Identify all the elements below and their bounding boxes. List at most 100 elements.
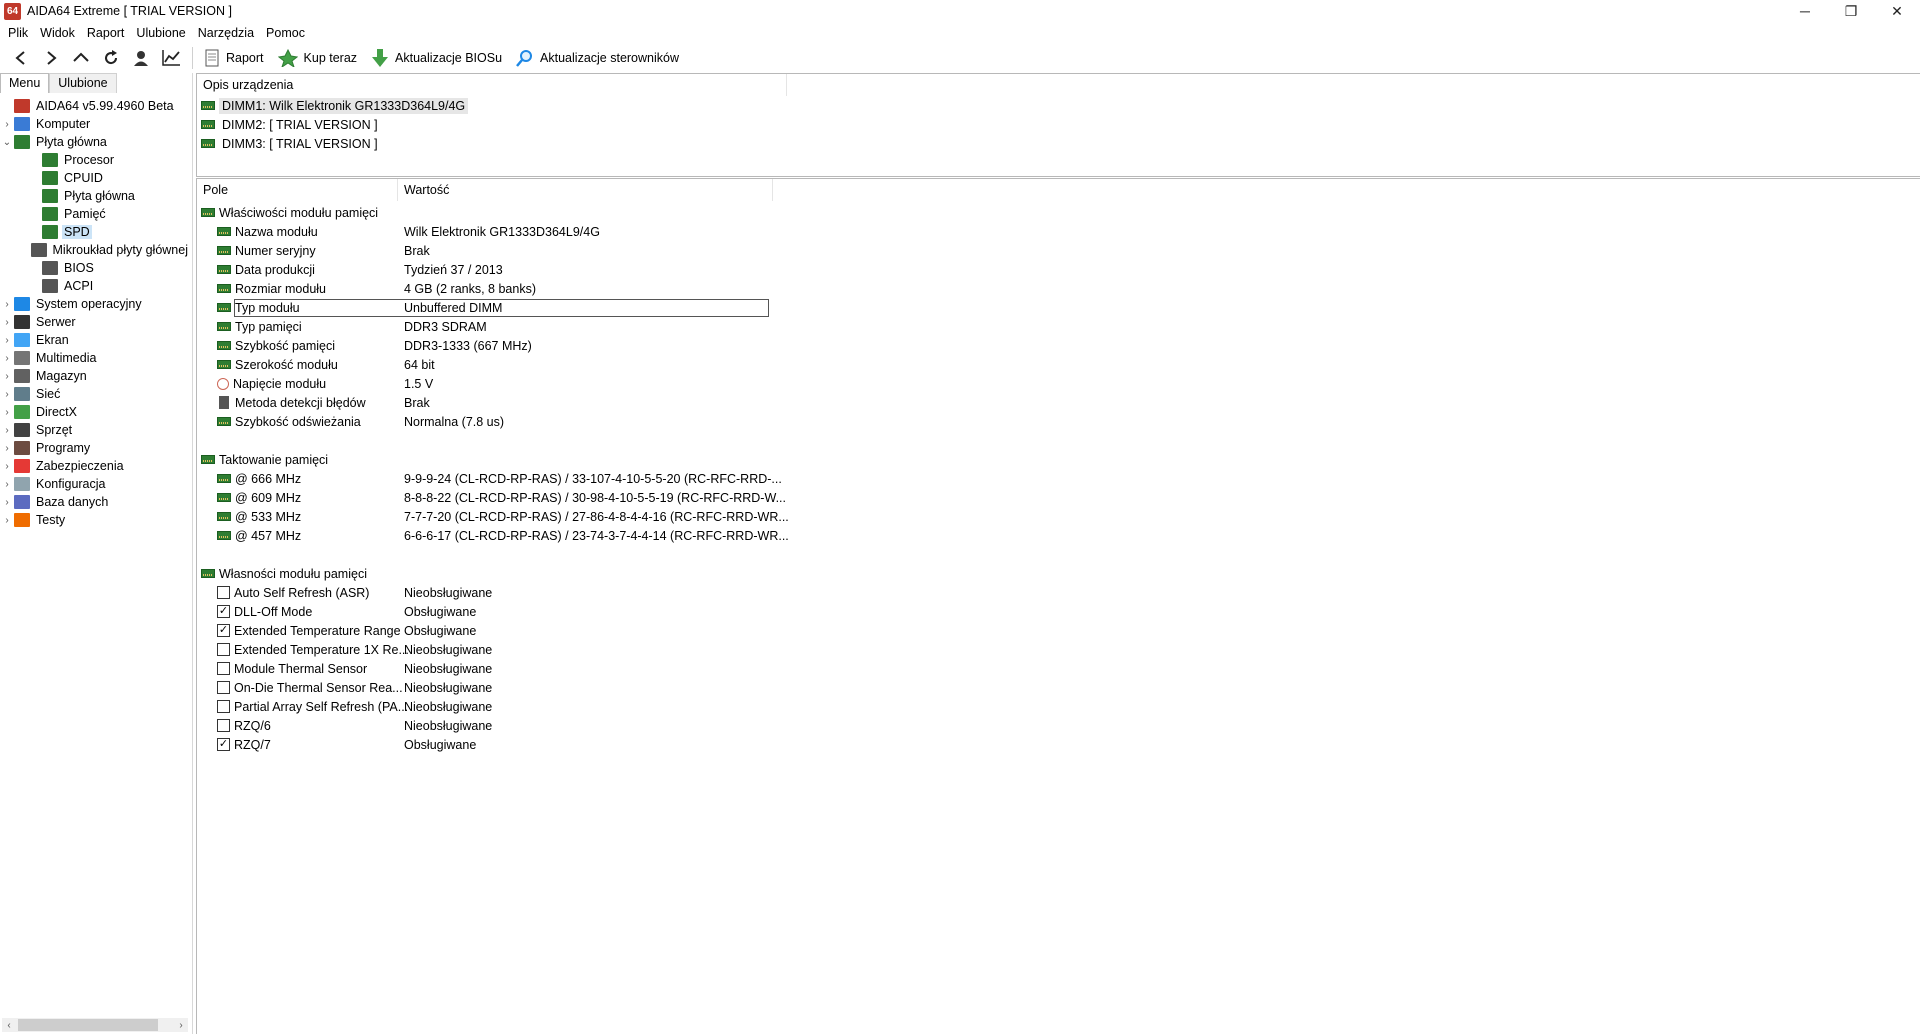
up-button[interactable] bbox=[66, 45, 96, 71]
property-row[interactable]: Szerokość modułu 64 bit bbox=[197, 355, 1920, 374]
expand-chevron-icon[interactable]: › bbox=[0, 115, 14, 133]
expand-chevron-icon[interactable]: › bbox=[0, 439, 14, 457]
device-list-item[interactable]: DIMM3: [ TRIAL VERSION ] bbox=[197, 134, 1920, 153]
expand-chevron-icon[interactable]: ⌄ bbox=[0, 133, 14, 151]
device-list-item[interactable]: DIMM1: Wilk Elektronik GR1333D364L9/4G bbox=[197, 96, 1920, 115]
tree-item[interactable]: Procesor bbox=[0, 151, 190, 169]
horizontal-scrollbar[interactable]: ‹ › bbox=[2, 1018, 188, 1032]
scroll-left-icon[interactable]: ‹ bbox=[2, 1020, 16, 1031]
property-row[interactable]: Module Thermal Sensor Nieobsługiwane bbox=[197, 659, 1920, 678]
property-row[interactable]: Typ pamięci DDR3 SDRAM bbox=[197, 317, 1920, 336]
tree-item-label: Mikroukład płyty głównej bbox=[52, 243, 188, 257]
menu-pomoc[interactable]: Pomoc bbox=[260, 26, 311, 40]
property-row[interactable]: Typ modułu Unbuffered DIMM bbox=[197, 298, 1920, 317]
benchmark-chart-button[interactable] bbox=[156, 45, 186, 71]
value-column-header[interactable]: Wartość bbox=[398, 179, 773, 201]
expand-chevron-icon[interactable]: › bbox=[0, 403, 14, 421]
minimize-button[interactable]: ─ bbox=[1782, 0, 1828, 22]
menu-raport[interactable]: Raport bbox=[81, 26, 131, 40]
expand-chevron-icon[interactable]: › bbox=[0, 421, 14, 439]
tree-item[interactable]: › Konfiguracja bbox=[0, 475, 190, 493]
tree-item[interactable]: › Magazyn bbox=[0, 367, 190, 385]
field-column-header[interactable]: Pole bbox=[197, 179, 398, 201]
forward-button[interactable] bbox=[36, 45, 66, 71]
expand-chevron-icon[interactable]: › bbox=[0, 457, 14, 475]
property-row[interactable]: ✓ DLL-Off Mode Obsługiwane bbox=[197, 602, 1920, 621]
driver-update-button[interactable]: Aktualizacje sterowników bbox=[511, 45, 684, 71]
back-button[interactable] bbox=[6, 45, 36, 71]
section-header[interactable]: Własności modułu pamięci bbox=[197, 564, 1920, 583]
tree-item[interactable]: Mikroukład płyty głównej bbox=[0, 241, 190, 259]
expand-chevron-icon[interactable]: › bbox=[0, 295, 14, 313]
expand-chevron-icon[interactable]: › bbox=[0, 385, 14, 403]
tree-item[interactable]: ACPI bbox=[0, 277, 190, 295]
tree-item[interactable]: › Programy bbox=[0, 439, 190, 457]
property-row[interactable]: @ 609 MHz 8-8-8-22 (CL-RCD-RP-RAS) / 30-9… bbox=[197, 488, 1920, 507]
property-row[interactable]: RZQ/6 Nieobsługiwane bbox=[197, 716, 1920, 735]
property-row[interactable]: Rozmiar modułu 4 GB (2 ranks, 8 banks) bbox=[197, 279, 1920, 298]
section-header[interactable]: Właściwości modułu pamięci bbox=[197, 203, 1920, 222]
property-row[interactable]: On-Die Thermal Sensor Rea... Nieobsługiwa… bbox=[197, 678, 1920, 697]
bios-update-button[interactable]: Aktualizacje BIOSu bbox=[366, 45, 507, 71]
property-row[interactable]: @ 666 MHz 9-9-9-24 (CL-RCD-RP-RAS) / 33-1… bbox=[197, 469, 1920, 488]
device-label: DIMM3: [ TRIAL VERSION ] bbox=[222, 136, 378, 151]
tree-item[interactable]: › Multimedia bbox=[0, 349, 190, 367]
device-header-label[interactable]: Opis urządzenia bbox=[197, 74, 787, 96]
property-row[interactable]: @ 457 MHz 6-6-6-17 (CL-RCD-RP-RAS) / 23-7… bbox=[197, 526, 1920, 545]
expand-chevron-icon[interactable]: › bbox=[0, 367, 14, 385]
tree-item[interactable]: › Testy bbox=[0, 511, 190, 529]
scrollbar-thumb[interactable] bbox=[18, 1019, 158, 1031]
expand-chevron-icon[interactable]: › bbox=[0, 349, 14, 367]
menu-ulubione[interactable]: Ulubione bbox=[130, 26, 191, 40]
property-row[interactable]: Partial Array Self Refresh (PA... Nieobsł… bbox=[197, 697, 1920, 716]
tree-item[interactable]: ⌄ Płyta główna bbox=[0, 133, 190, 151]
menu-narzedzia[interactable]: Narzędzia bbox=[192, 26, 260, 40]
property-row[interactable]: Metoda detekcji błędów Brak bbox=[197, 393, 1920, 412]
tab-menu[interactable]: Menu bbox=[0, 73, 50, 93]
menu-plik[interactable]: Plik bbox=[2, 26, 34, 40]
expand-chevron-icon[interactable]: › bbox=[0, 511, 14, 529]
tree-item[interactable]: › Baza danych bbox=[0, 493, 190, 511]
property-row[interactable]: ✓ RZQ/7 Obsługiwane bbox=[197, 735, 1920, 754]
buy-now-button[interactable]: Kup teraz bbox=[273, 45, 363, 71]
tree-item[interactable]: › DirectX bbox=[0, 403, 190, 421]
tree-item[interactable]: › System operacyjny bbox=[0, 295, 190, 313]
scroll-right-icon[interactable]: › bbox=[174, 1020, 188, 1031]
property-row[interactable]: Szybkość pamięci DDR3-1333 (667 MHz) bbox=[197, 336, 1920, 355]
tree-item[interactable]: CPUID bbox=[0, 169, 190, 187]
tree-item[interactable]: Płyta główna bbox=[0, 187, 190, 205]
property-row[interactable]: @ 533 MHz 7-7-7-20 (CL-RCD-RP-RAS) / 27-8… bbox=[197, 507, 1920, 526]
tree-item[interactable]: › Sieć bbox=[0, 385, 190, 403]
tree-item[interactable]: BIOS bbox=[0, 259, 190, 277]
maximize-button[interactable]: ❐ bbox=[1828, 0, 1874, 22]
refresh-button[interactable] bbox=[96, 45, 126, 71]
expand-chevron-icon[interactable]: › bbox=[0, 475, 14, 493]
user-button[interactable] bbox=[126, 45, 156, 71]
tree-item[interactable]: › Ekran bbox=[0, 331, 190, 349]
tree-item[interactable]: › Sprzęt bbox=[0, 421, 190, 439]
tab-ulubione[interactable]: Ulubione bbox=[49, 73, 117, 93]
property-row[interactable]: Szybkość odświeżania Normalna (7.8 us) bbox=[197, 412, 1920, 431]
tree-item[interactable]: › Komputer bbox=[0, 115, 190, 133]
close-button[interactable]: ✕ bbox=[1874, 0, 1920, 22]
property-row[interactable]: Extended Temperature 1X Re... Nieobsługiw… bbox=[197, 640, 1920, 659]
property-row[interactable]: Nazwa modułu Wilk Elektronik GR1333D364L9… bbox=[197, 222, 1920, 241]
property-row[interactable]: ✓ Extended Temperature Range Obsługiwane bbox=[197, 621, 1920, 640]
property-row[interactable]: Numer seryjny Brak bbox=[197, 241, 1920, 260]
tree-item[interactable]: › Zabezpieczenia bbox=[0, 457, 190, 475]
tree-item[interactable]: Pamięć bbox=[0, 205, 190, 223]
tree-item[interactable]: › Serwer bbox=[0, 313, 190, 331]
section-header[interactable]: Taktowanie pamięci bbox=[197, 450, 1920, 469]
property-row[interactable]: Data produkcji Tydzień 37 / 2013 bbox=[197, 260, 1920, 279]
tree-item[interactable]: SPD bbox=[0, 223, 190, 241]
device-list-item[interactable]: DIMM2: [ TRIAL VERSION ] bbox=[197, 115, 1920, 134]
property-row[interactable]: Auto Self Refresh (ASR) Nieobsługiwane bbox=[197, 583, 1920, 602]
expand-chevron-icon[interactable]: › bbox=[0, 493, 14, 511]
field-cell: ✓ DLL-Off Mode bbox=[217, 605, 312, 619]
tree-item[interactable]: AIDA64 v5.99.4960 Beta bbox=[0, 97, 190, 115]
property-row[interactable]: Napięcie modułu 1.5 V bbox=[197, 374, 1920, 393]
report-button[interactable]: Raport bbox=[199, 45, 269, 71]
menu-widok[interactable]: Widok bbox=[34, 26, 81, 40]
expand-chevron-icon[interactable]: › bbox=[0, 313, 14, 331]
expand-chevron-icon[interactable]: › bbox=[0, 331, 14, 349]
